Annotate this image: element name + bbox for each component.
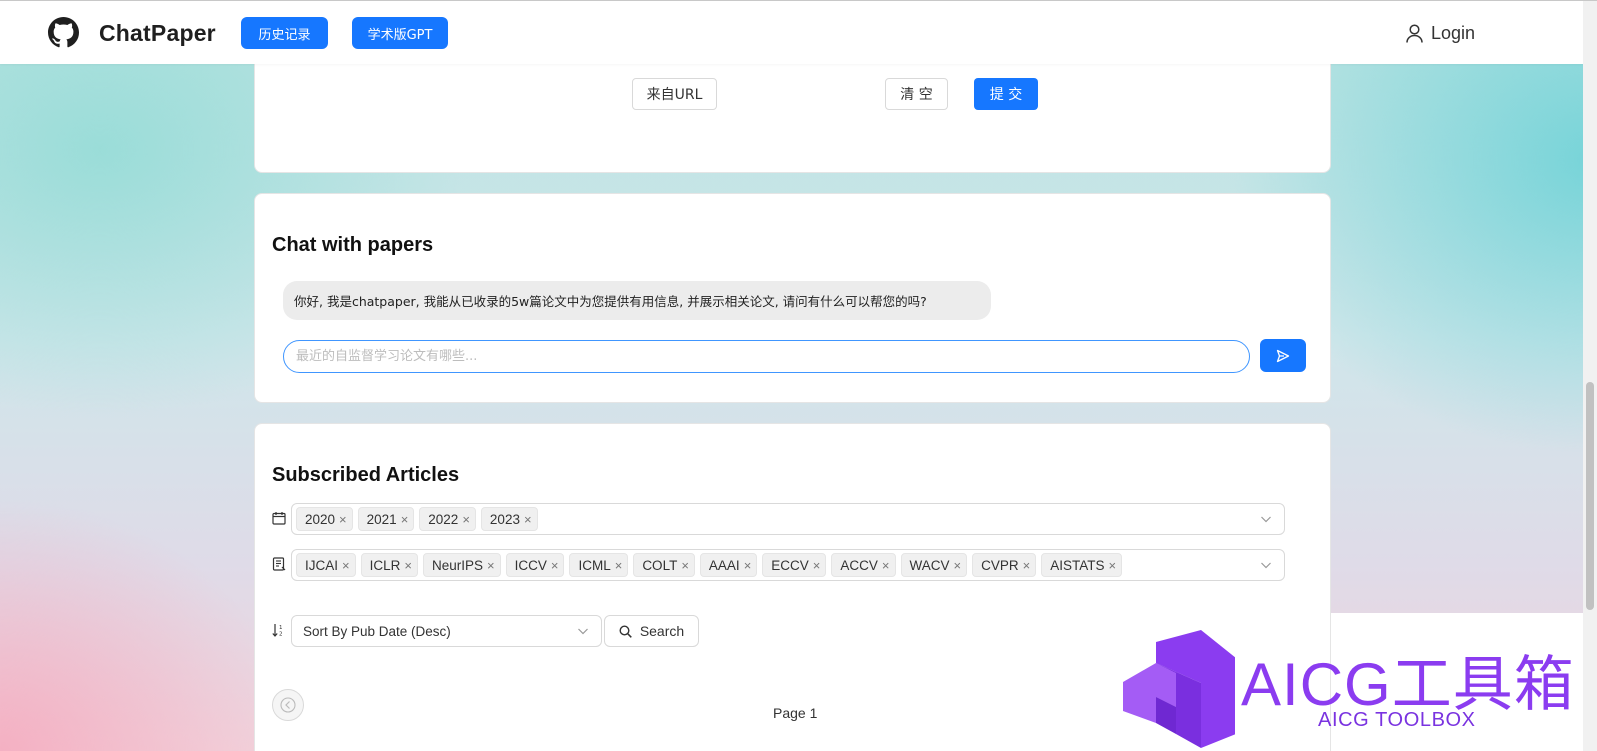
close-icon[interactable]: ×: [681, 558, 689, 573]
close-icon[interactable]: ×: [462, 512, 470, 527]
subscribed-title: Subscribed Articles: [272, 464, 460, 486]
venue-tag: COLT ×: [633, 553, 695, 577]
brand-name[interactable]: ChatPaper: [99, 20, 216, 47]
github-icon[interactable]: [48, 17, 79, 48]
submit-button[interactable]: 提 交: [974, 78, 1038, 110]
sort-icon: 1 2: [272, 624, 283, 638]
year-tag: 2023 ×: [480, 507, 538, 531]
close-icon[interactable]: ×: [813, 558, 821, 573]
venue-tag: NeurIPS ×: [422, 553, 501, 577]
chat-card: Chat with papers 你好, 我是chatpaper, 我能从已收录…: [254, 193, 1331, 403]
chat-input[interactable]: [283, 340, 1250, 373]
search-icon: [619, 624, 632, 638]
send-button[interactable]: [1260, 339, 1306, 372]
aicg-toolbox-logo: [1123, 630, 1235, 748]
close-icon[interactable]: ×: [882, 558, 890, 573]
book-icon: [272, 557, 286, 571]
venue-tag: ICML ×: [569, 553, 629, 577]
close-icon[interactable]: ×: [615, 558, 623, 573]
svg-text:1: 1: [279, 625, 283, 631]
year-select[interactable]: 2020 × 2021 × 2022 × 2023 ×: [291, 503, 1285, 535]
close-icon[interactable]: ×: [339, 512, 347, 527]
chevron-down-icon[interactable]: [1260, 559, 1272, 571]
close-icon[interactable]: ×: [342, 558, 350, 573]
assistant-message: 你好, 我是chatpaper, 我能从已收录的5w篇论文中为您提供有用信息, …: [283, 281, 991, 320]
login-label: Login: [1431, 23, 1476, 43]
sort-selected-value: Sort By Pub Date (Desc): [303, 623, 451, 639]
from-url-button[interactable]: 来自URL: [632, 78, 717, 110]
close-icon[interactable]: ×: [954, 558, 962, 573]
venue-tag: CVPR ×: [972, 553, 1037, 577]
close-icon[interactable]: ×: [404, 558, 412, 573]
close-icon[interactable]: ×: [744, 558, 752, 573]
venue-tag: WACV ×: [900, 553, 968, 577]
close-icon[interactable]: ×: [487, 558, 495, 573]
academic-gpt-button[interactable]: 学术版GPT: [352, 17, 448, 49]
venue-tag: AAAI ×: [699, 553, 758, 577]
venue-tag: ECCV ×: [762, 553, 827, 577]
venue-tag: ICLR ×: [360, 553, 418, 577]
venue-tag: IJCAI ×: [296, 553, 356, 577]
year-tag: 2022 ×: [419, 507, 476, 531]
scrollbar-track[interactable]: [1583, 1, 1597, 751]
search-button-label: Search: [639, 623, 685, 639]
login-link[interactable]: Login: [1406, 23, 1475, 44]
top-navbar: ChatPaper 历史记录 学术版GPT Login: [0, 1, 1583, 64]
year-tag: 2020 ×: [296, 507, 353, 531]
venue-tag: ACCV ×: [831, 553, 896, 577]
sort-select[interactable]: Sort By Pub Date (Desc): [291, 615, 602, 647]
previous-page-button[interactable]: [272, 689, 304, 721]
chevron-down-icon[interactable]: [577, 625, 589, 637]
user-icon: [1406, 24, 1423, 43]
chevron-down-icon[interactable]: [1260, 513, 1272, 525]
venue-select[interactable]: IJCAI × ICLR × NeurIPS × ICCV × ICML × COLT × …: [291, 549, 1285, 581]
close-icon[interactable]: ×: [551, 558, 559, 573]
scrollbar-thumb[interactable]: [1586, 382, 1594, 610]
clear-button[interactable]: 清 空: [885, 78, 948, 110]
watermark-subtitle: AICG TOOLBOX: [1318, 709, 1476, 731]
close-icon[interactable]: ×: [401, 512, 409, 527]
chevron-left-circle-icon: [280, 697, 296, 713]
history-button[interactable]: 历史记录: [241, 17, 328, 49]
svg-text:2: 2: [279, 632, 283, 638]
year-tag: 2021 ×: [357, 507, 415, 531]
search-button[interactable]: Search: [604, 615, 699, 647]
calendar-icon: [272, 512, 286, 525]
close-icon[interactable]: ×: [1023, 558, 1031, 573]
page-indicator: Page 1: [773, 705, 818, 721]
chat-title: Chat with papers: [272, 234, 434, 256]
venue-tag: ICCV ×: [505, 553, 565, 577]
venue-tag: AISTATS ×: [1041, 553, 1123, 577]
close-icon[interactable]: ×: [1108, 558, 1116, 573]
close-icon[interactable]: ×: [524, 512, 532, 527]
send-icon: [1276, 349, 1290, 362]
